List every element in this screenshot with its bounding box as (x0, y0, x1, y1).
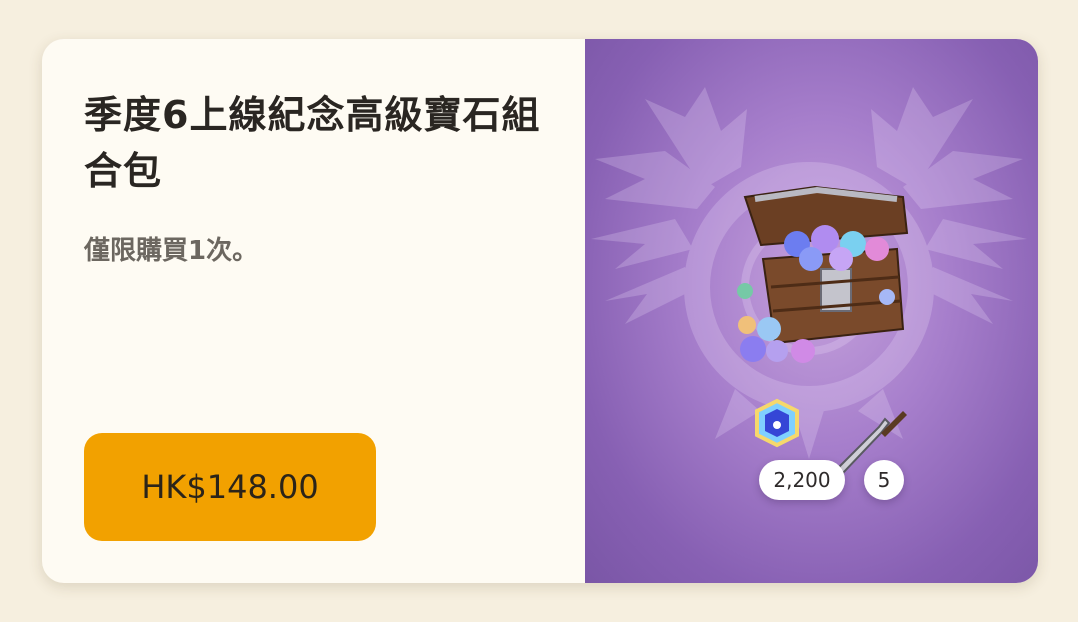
product-artwork: 2,200 5 (585, 39, 1038, 583)
artwork-svg (591, 87, 1027, 475)
gem-quantity-badge: 2,200 (759, 460, 845, 500)
purchase-limit-text: 僅限購買1次。 (84, 236, 259, 266)
price-button[interactable]: HK$148.00 (84, 433, 376, 541)
knife-quantity-badge: 5 (864, 460, 904, 500)
product-title: 季度6上線紀念高級寶石組合包 (84, 93, 541, 193)
gem-badge-icon (755, 398, 799, 448)
treasure-chest-icon (737, 185, 909, 363)
product-info: 季度6上線紀念高級寶石組合包 僅限購買1次。 HK$148.00 (42, 39, 585, 583)
product-card[interactable]: 季度6上線紀念高級寶石組合包 僅限購買1次。 HK$148.00 2,200 5 (42, 39, 1038, 583)
